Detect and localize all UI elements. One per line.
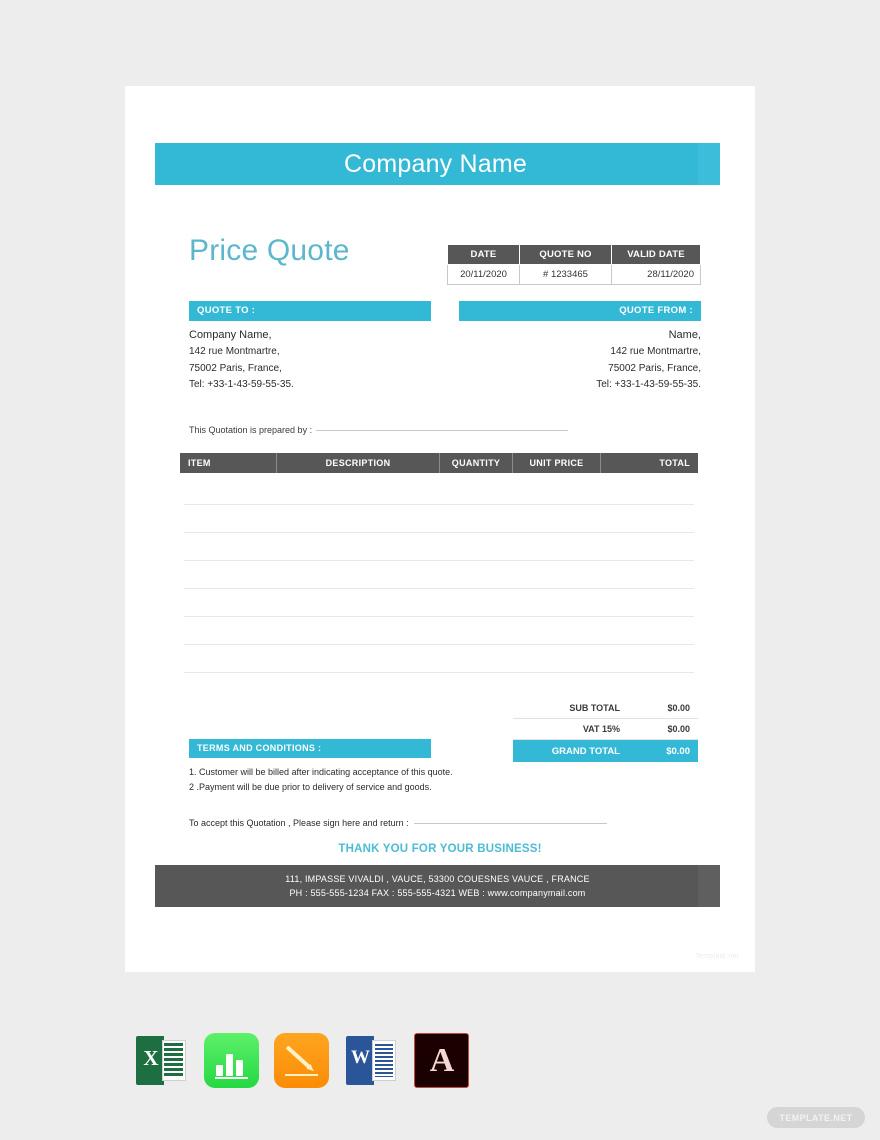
numbers-icon-baseline — [215, 1077, 248, 1079]
quote-meta-table: DATE QUOTE NO VALID DATE 20/11/2020 # 12… — [447, 244, 701, 285]
items-table-header: ITEM DESCRIPTION QUANTITY UNIT PRICE TOT… — [180, 453, 698, 473]
table-row[interactable] — [184, 645, 694, 673]
quote-to-line-2: 142 rue Montmartre, — [189, 345, 280, 357]
prepared-by-label: This Quotation is prepared by : — [189, 425, 313, 435]
signature-row: To accept this Quotation , Please sign h… — [189, 818, 607, 828]
sub-total-label: SUB TOTAL — [569, 703, 620, 713]
quote-from-line-2: 142 rue Montmartre, — [610, 345, 701, 357]
excel-icon-glyph: X — [143, 1046, 159, 1070]
company-header-band: Company Name — [155, 143, 720, 185]
terms-list: 1. Customer will be billed after indicat… — [189, 765, 529, 794]
quote-from-block: QUOTE FROM : Name, 142 rue Montmartre, 7… — [459, 301, 701, 394]
meta-header-quote-no: QUOTE NO — [519, 244, 612, 265]
excel-icon-grid — [164, 1043, 183, 1078]
table-row[interactable] — [184, 477, 694, 505]
company-name: Company Name — [343, 149, 528, 178]
meta-value-row: 20/11/2020 # 1233465 28/11/2020 — [447, 264, 701, 285]
band-notch-decoration — [698, 143, 720, 185]
terms-item-2: 2 .Payment will be due prior to delivery… — [189, 781, 432, 792]
totals-section: SUB TOTAL $0.00 VAT 15% $0.00 GRAND TOTA… — [513, 698, 698, 762]
word-icon[interactable]: W — [344, 1033, 399, 1088]
items-header-quantity: QUANTITY — [440, 453, 513, 473]
vat-row: VAT 15% $0.00 — [513, 719, 698, 740]
sub-total-row: SUB TOTAL $0.00 — [513, 698, 698, 719]
pages-icon[interactable] — [274, 1033, 329, 1088]
meta-value-date[interactable]: 20/11/2020 — [447, 264, 520, 285]
footer-address: 111, IMPASSE VIVALDI , VAUCE, 53300 COUE… — [285, 874, 590, 884]
template-net-badge[interactable]: TEMPLATE.NET — [767, 1107, 865, 1128]
items-header-total: TOTAL — [659, 458, 690, 468]
footer-notch-decoration — [698, 865, 720, 907]
pdf-icon-glyph: A — [429, 1041, 455, 1079]
meta-header-valid-date: VALID DATE — [611, 244, 701, 265]
signature-input-line[interactable] — [413, 823, 607, 824]
pages-icon-pen — [285, 1045, 311, 1069]
format-icons-row: X W A — [134, 1033, 469, 1088]
meta-value-valid-date[interactable]: 28/11/2020 — [611, 264, 701, 285]
grand-total-value: $0.00 — [666, 745, 690, 757]
table-row[interactable] — [184, 533, 694, 561]
quote-from-label: QUOTE FROM : — [459, 301, 701, 321]
meta-header-row: DATE QUOTE NO VALID DATE — [447, 244, 701, 265]
numbers-icon-bars — [216, 1054, 243, 1076]
word-icon-lines — [375, 1044, 393, 1077]
terms-item-1: 1. Customer will be billed after indicat… — [189, 767, 453, 777]
quote-to-label: QUOTE TO : — [189, 301, 431, 321]
quote-from-line-4: Tel: +33-1-43-59-55-35. — [596, 379, 701, 391]
quote-to-block: QUOTE TO : Company Name, 142 rue Montmar… — [189, 301, 431, 394]
prepared-by-input-line[interactable] — [316, 430, 569, 431]
pages-icon-baseline — [285, 1074, 318, 1076]
grand-total-row: GRAND TOTAL $0.00 — [513, 740, 698, 762]
table-row[interactable] — [184, 505, 694, 533]
page-watermark: Template.net — [695, 953, 739, 960]
table-row[interactable] — [184, 617, 694, 645]
page-title: Price Quote — [189, 234, 350, 267]
items-header-description: DESCRIPTION — [277, 453, 440, 473]
excel-icon[interactable]: X — [134, 1033, 189, 1088]
footer-contact: PH : 555-555-1234 FAX : 555-555-4321 WEB… — [289, 888, 586, 898]
meta-header-date: DATE — [447, 244, 520, 265]
parties-section: QUOTE TO : Company Name, 142 rue Montmar… — [189, 301, 701, 394]
quote-from-line-1: Name, — [668, 329, 701, 341]
document-page: Company Name Price Quote DATE QUOTE NO V… — [125, 86, 755, 972]
items-header-item: ITEM — [180, 453, 277, 473]
table-row[interactable] — [184, 561, 694, 589]
sub-total-value: $0.00 — [667, 703, 690, 713]
quote-to-line-1: Company Name, — [189, 329, 272, 341]
prepared-by-row: This Quotation is prepared by : — [189, 425, 569, 435]
quote-to-line-4: Tel: +33-1-43-59-55-35. — [189, 379, 294, 391]
grand-total-label: GRAND TOTAL — [551, 745, 620, 757]
meta-value-quote-no[interactable]: # 1233465 — [519, 264, 612, 285]
quote-from-lines: Name, 142 rue Montmartre, 75002 Paris, F… — [459, 327, 701, 394]
quote-from-line-3: 75002 Paris, France, — [608, 362, 701, 374]
footer-contact-band: 111, IMPASSE VIVALDI , VAUCE, 53300 COUE… — [155, 865, 720, 907]
items-table-body — [180, 473, 698, 673]
vat-value: $0.00 — [667, 724, 690, 734]
signature-label: To accept this Quotation , Please sign h… — [189, 818, 409, 828]
pdf-icon[interactable]: A — [414, 1033, 469, 1088]
vat-label: VAT 15% — [582, 724, 620, 734]
table-row[interactable] — [184, 589, 694, 617]
numbers-icon[interactable] — [204, 1033, 259, 1088]
items-table: ITEM DESCRIPTION QUANTITY UNIT PRICE TOT… — [180, 453, 698, 673]
quote-to-line-3: 75002 Paris, France, — [189, 362, 282, 374]
terms-section: TERMS AND CONDITIONS : 1. Customer will … — [189, 739, 453, 794]
quote-to-lines: Company Name, 142 rue Montmartre, 75002 … — [189, 327, 431, 394]
thank-you-message: THANK YOU FOR YOUR BUSINESS! — [338, 843, 542, 855]
items-header-unit-price: UNIT PRICE — [513, 453, 601, 473]
terms-label: TERMS AND CONDITIONS : — [189, 739, 431, 758]
word-icon-glyph: W — [351, 1047, 370, 1068]
